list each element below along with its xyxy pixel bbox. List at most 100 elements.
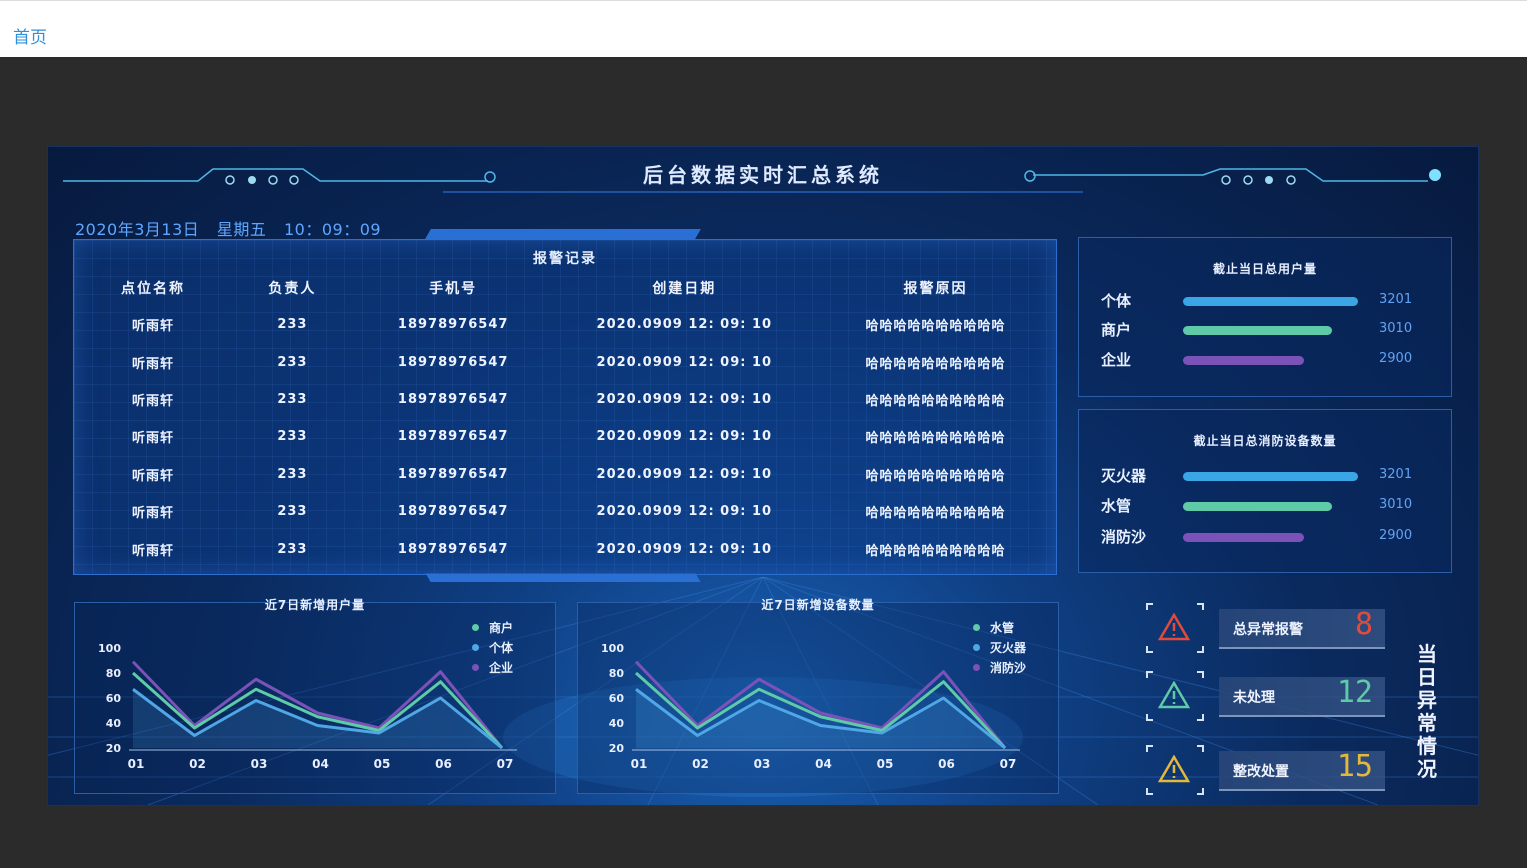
stat-label: 灭火器 [1101, 467, 1147, 485]
new-users-chart-panel: 近7日新增用户量 100 80 60 40 20 01 02 03 04 05 06 07 商户 个体… [74, 598, 556, 794]
legend-item: 灭火器 [973, 638, 1026, 658]
table-cell: 233 [277, 391, 308, 407]
table-cell: 听雨轩 [132, 506, 175, 522]
legend-label: 灭火器 [990, 641, 1027, 655]
table-cell: 2020.0909 12: 09: 10 [596, 541, 773, 557]
table-cell: 18978976547 [397, 541, 509, 557]
legend-dot [472, 664, 479, 671]
table-cell: 哈哈哈哈哈哈哈哈哈哈 [865, 356, 1006, 372]
table-cell: 哈哈哈哈哈哈哈哈哈哈 [865, 543, 1006, 559]
legend-label: 商户 [489, 621, 514, 635]
table-cell: 哈哈哈哈哈哈哈哈哈哈 [865, 319, 1006, 335]
new-devices-chart-panel: 近7日新增设备数量 100 80 60 40 20 01 02 03 04 05 06 07 水管 灭… [577, 598, 1059, 794]
table-cell: 2020.0909 12: 09: 10 [596, 466, 773, 482]
date-text: 2020年3月13日 [75, 220, 200, 239]
stat-row: 消防沙 2900 [1099, 526, 1439, 548]
chart-legend: 商户 个体 企业 [472, 618, 513, 678]
y-tick-label: 80 [106, 667, 122, 680]
y-tick-label: 60 [106, 692, 122, 705]
legend-dot [472, 644, 479, 651]
stat-label: 个体 [1101, 292, 1132, 310]
current-datetime: 2020年3月13日 星期五 10：09：09 [75, 216, 393, 240]
x-tick-label: 07 [1000, 757, 1017, 771]
stat-row: 个体 3201 [1099, 290, 1439, 312]
x-tick-label: 02 [692, 757, 709, 771]
x-tick-label: 05 [374, 757, 391, 771]
table-row: 听雨轩 233 18978976547 2020.0909 12: 09: 10 哈哈哈… [74, 343, 1056, 380]
x-tick-label: 06 [938, 757, 955, 771]
table-cell: 233 [277, 317, 308, 333]
table-top-tab-decoration [425, 229, 701, 239]
table-row: 听雨轩 233 18978976547 2020.0909 12: 09: 10 哈哈哈… [74, 530, 1056, 567]
stat-label: 消防沙 [1101, 528, 1147, 546]
legend-label: 消防沙 [990, 661, 1027, 675]
table-cell: 听雨轩 [132, 543, 175, 559]
table-row: 听雨轩 233 18978976547 2020.0909 12: 09: 10 哈哈哈… [74, 381, 1056, 418]
total-devices-title: 截止当日总消防设备数量 [1193, 434, 1337, 448]
stat-bar [1183, 326, 1333, 335]
table-cell: 2020.0909 12: 09: 10 [596, 504, 773, 520]
stat-value: 3201 [1379, 292, 1413, 307]
table-cell: 233 [277, 354, 308, 370]
anomaly-value: 15 [1336, 749, 1373, 784]
home-link[interactable]: 首页 [13, 23, 47, 48]
x-tick-label: 07 [497, 757, 514, 771]
table-cell: 18978976547 [397, 317, 509, 333]
total-users-title: 截止当日总用户量 [1212, 262, 1317, 276]
alarm-record-panel: 报警记录 点位名称 负责人 手机号 创建日期 报警原因 听雨轩 233 189789… [73, 239, 1057, 575]
stat-label: 企业 [1101, 351, 1132, 369]
stat-row: 商户 3010 [1099, 319, 1439, 341]
total-devices-panel: 截止当日总消防设备数量 灭火器 3201 水管 3010 消防沙 2900 [1078, 409, 1452, 573]
table-cell: 听雨轩 [132, 319, 175, 335]
stat-label: 商户 [1101, 321, 1132, 339]
alarm-record-table: 点位名称 负责人 手机号 创建日期 报警原因 听雨轩 233 18978976547… [74, 270, 1056, 568]
table-cell: 听雨轩 [132, 356, 175, 372]
column-header: 手机号 [429, 281, 478, 297]
y-tick-label: 40 [106, 717, 122, 730]
page-title: 后台数据实时汇总系统 [643, 163, 883, 187]
legend-dot [472, 624, 479, 631]
weekday-text: 星期五 [216, 220, 267, 239]
stat-bar [1183, 472, 1358, 481]
y-tick-label: 100 [601, 642, 624, 655]
legend-item: 个体 [472, 638, 513, 658]
table-cell: 2020.0909 12: 09: 10 [596, 317, 773, 333]
table-cell: 18978976547 [397, 391, 509, 407]
table-row: 听雨轩 233 18978976547 2020.0909 12: 09: 10 哈哈哈… [74, 306, 1056, 343]
table-cell: 哈哈哈哈哈哈哈哈哈哈 [865, 468, 1006, 484]
x-tick-label: 01 [631, 757, 648, 771]
anomaly-box: 整改处置 15 [1219, 749, 1385, 791]
y-tick-label: 20 [106, 742, 122, 755]
legend-label: 企业 [489, 661, 514, 675]
column-header: 点位名称 [121, 281, 186, 297]
chart-legend: 水管 灭火器 消防沙 [973, 618, 1026, 678]
table-cell: 2020.0909 12: 09: 10 [596, 354, 773, 370]
anomaly-label: 整改处置 [1233, 764, 1289, 780]
anomaly-label: 总异常报警 [1233, 622, 1303, 638]
stat-value: 2900 [1379, 351, 1413, 366]
anomaly-row-unhandled: 未处理 12 [1146, 671, 1386, 721]
legend-label: 水管 [990, 621, 1015, 635]
warning-icon [1158, 613, 1190, 641]
legend-item: 消防沙 [973, 658, 1026, 678]
table-header-row: 点位名称 负责人 手机号 创建日期 报警原因 [74, 270, 1056, 306]
x-tick-label: 03 [754, 757, 771, 771]
total-users-panel: 截止当日总用户量 个体 3201 商户 3010 企业 2900 [1078, 237, 1452, 397]
column-header: 负责人 [268, 281, 317, 297]
time-text: 10：09：09 [283, 220, 382, 239]
stat-value: 3010 [1379, 321, 1413, 336]
stat-bar [1183, 533, 1304, 542]
x-tick-label: 03 [251, 757, 268, 771]
table-cell: 2020.0909 12: 09: 10 [596, 391, 773, 407]
anomaly-row-total: 总异常报警 8 [1146, 603, 1386, 653]
table-row: 听雨轩 233 18978976547 2020.0909 12: 09: 10 哈哈哈… [74, 456, 1056, 493]
warning-icon [1158, 681, 1190, 709]
anomaly-value: 8 [1354, 607, 1373, 642]
table-cell: 233 [277, 504, 308, 520]
legend-dot [973, 624, 980, 631]
warning-icon [1158, 755, 1190, 783]
stat-row: 水管 3010 [1099, 495, 1439, 517]
anomaly-vertical-title: 当日异常情况 [1417, 642, 1437, 781]
legend-dot [973, 644, 980, 651]
table-cell: 18978976547 [397, 504, 509, 520]
